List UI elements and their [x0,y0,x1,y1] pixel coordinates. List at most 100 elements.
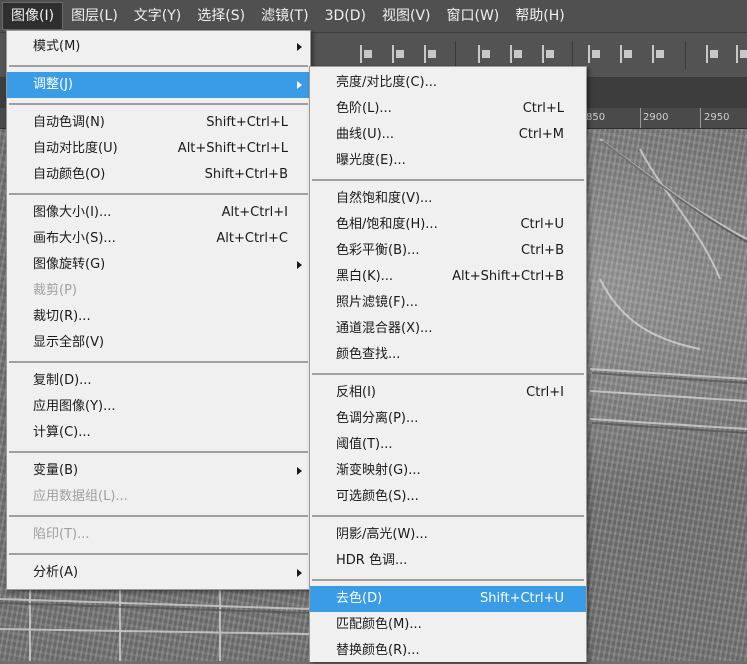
toolbar-divider [685,41,686,69]
submenu-arrow-icon [297,81,302,89]
align-center-h-icon[interactable] [392,45,406,63]
submenu-arrow-icon [297,569,302,577]
menu-item-label: 亮度/对比度(C)... [336,75,437,90]
menu-item-label: 反相(I) [336,385,376,400]
menu-separator [9,553,308,555]
menu-item-shortcut: Alt+Shift+Ctrl+B [452,269,564,284]
distribute-left-icon[interactable] [588,45,602,63]
menu-item-canvas-size[interactable]: 画布大小(S)... Alt+Ctrl+C [7,226,310,252]
menu-item-label: 裁剪(P) [33,283,77,298]
menu-item-label: 通道混合器(X)... [336,321,433,336]
menu-item-shortcut: Ctrl+U [520,217,564,232]
menu-item-image-size[interactable]: 图像大小(I)... Alt+Ctrl+I [7,200,310,226]
menu-item-shortcut: Ctrl+I [526,385,564,400]
menu-item-label: 裁切(R)... [33,309,91,324]
menu-item-channel-mixer[interactable]: 通道混合器(X)... [310,316,586,342]
menu-item-brightness-contrast[interactable]: 亮度/对比度(C)... [310,70,586,96]
menu-item-shortcut: Ctrl+M [518,127,564,142]
menu-item-hue-saturation[interactable]: 色相/饱和度(H)... Ctrl+U [310,212,586,238]
menu-item-selective-color[interactable]: 可选颜色(S)... [310,484,586,510]
menu-view[interactable]: 视图(V) [374,0,439,32]
menu-item-label: 替换颜色(R)... [336,643,420,658]
menu-item-image-rotation[interactable]: 图像旋转(G) [7,252,310,278]
menu-bar: 图像(I) 图层(L) 文字(Y) 选择(S) 滤镜(T) 3D(D) 视图(V… [0,0,747,33]
menu-item-vibrance[interactable]: 自然饱和度(V)... [310,186,586,212]
menu-3d[interactable]: 3D(D) [317,0,374,32]
menu-item-threshold[interactable]: 阈值(T)... [310,432,586,458]
menu-separator [9,361,308,363]
menu-item-label: 陷印(T)... [33,527,90,542]
menu-item-label: 画布大小(S)... [33,231,116,246]
menu-item-color-balance[interactable]: 色彩平衡(B)... Ctrl+B [310,238,586,264]
menu-image[interactable]: 图像(I) [2,2,64,30]
submenu-arrow-icon [297,467,302,475]
menu-item-levels[interactable]: 色阶(L)... Ctrl+L [310,96,586,122]
menu-item-reveal-all[interactable]: 显示全部(V) [7,330,310,356]
menu-separator [9,515,308,517]
menu-help[interactable]: 帮助(H) [507,0,572,32]
submenu-arrow-icon [297,43,302,51]
menu-item-color-lookup[interactable]: 颜色查找... [310,342,586,368]
menu-item-variables[interactable]: 变量(B) [7,458,310,484]
3d-mode-icon[interactable] [736,45,747,63]
menu-select[interactable]: 选择(S) [189,0,253,32]
menu-item-label: 阈值(T)... [336,437,393,452]
menu-item-gradient-map[interactable]: 渐变映射(G)... [310,458,586,484]
menu-item-label: 自动色调(N) [33,115,105,130]
menu-item-desaturate[interactable]: 去色(D) Shift+Ctrl+U [310,586,586,612]
menu-item-label: 照片滤镜(F)... [336,295,419,310]
menu-item-label: 色调分离(P)... [336,411,419,426]
menu-item-shortcut: Ctrl+B [521,243,564,258]
menu-item-analysis[interactable]: 分析(A) [7,560,310,586]
menu-item-posterize[interactable]: 色调分离(P)... [310,406,586,432]
menu-item-shortcut: Shift+Ctrl+U [480,591,564,606]
menu-item-curves[interactable]: 曲线(U)... Ctrl+M [310,122,586,148]
menu-item-trim[interactable]: 裁切(R)... [7,304,310,330]
adjustments-submenu: 亮度/对比度(C)... 色阶(L)... Ctrl+L 曲线(U)... Ct… [309,66,587,662]
menu-item-duplicate[interactable]: 复制(D)... [7,368,310,394]
menu-item-mode[interactable]: 模式(M) [7,34,310,60]
menu-item-label: 图像大小(I)... [33,205,112,220]
menu-separator [9,103,308,105]
menu-item-match-color[interactable]: 匹配颜色(M)... [310,612,586,638]
distribute-center-icon[interactable] [620,45,634,63]
menu-filter[interactable]: 滤镜(T) [253,0,316,32]
ruler-line [640,108,641,128]
menu-window[interactable]: 窗口(W) [439,0,508,32]
menu-item-label: 色相/饱和度(H)... [336,217,438,232]
menu-item-shortcut: Alt+Ctrl+I [221,205,288,220]
menu-item-auto-tone[interactable]: 自动色调(N) Shift+Ctrl+L [7,110,310,136]
menu-item-invert[interactable]: 反相(I) Ctrl+I [310,380,586,406]
menu-item-label: 计算(C)... [33,425,91,440]
menu-item-apply-data-set: 应用数据组(L)... [7,484,310,510]
menu-item-shadows-highlights[interactable]: 阴影/高光(W)... [310,522,586,548]
menu-item-label: 调整(J) [33,77,73,92]
menu-item-adjustments[interactable]: 调整(J) [7,72,310,98]
menu-item-label: 色阶(L)... [336,101,392,116]
menu-item-calculations[interactable]: 计算(C)... [7,420,310,446]
menu-item-hdr-toning[interactable]: HDR 色调... [310,548,586,574]
distribute-bottom-icon[interactable] [542,45,556,63]
menu-item-label: 可选颜色(S)... [336,489,419,504]
menu-separator [9,65,308,67]
distribute-top-icon[interactable] [478,45,492,63]
menu-item-auto-color[interactable]: 自动颜色(O) Shift+Ctrl+B [7,162,310,188]
menu-item-black-white[interactable]: 黑白(K)... Alt+Shift+Ctrl+B [310,264,586,290]
menu-item-exposure[interactable]: 曝光度(E)... [310,148,586,174]
menu-item-photo-filter[interactable]: 照片滤镜(F)... [310,290,586,316]
menu-item-shortcut: Ctrl+L [522,101,564,116]
distribute-right-icon[interactable] [652,45,666,63]
menu-item-shortcut: Alt+Ctrl+C [216,231,288,246]
menu-separator [312,373,584,375]
ruler-tick-label: 850 [586,112,606,123]
distribute-middle-icon[interactable] [510,45,524,63]
menu-type[interactable]: 文字(Y) [126,0,189,32]
align-right-icon[interactable] [424,45,438,63]
menu-item-trap: 陷印(T)... [7,522,310,548]
auto-align-icon[interactable] [706,45,720,63]
menu-item-apply-image[interactable]: 应用图像(Y)... [7,394,310,420]
menu-layer[interactable]: 图层(L) [63,0,126,32]
align-left-icon[interactable] [360,45,374,63]
menu-item-auto-contrast[interactable]: 自动对比度(U) Alt+Shift+Ctrl+L [7,136,310,162]
menu-item-replace-color[interactable]: 替换颜色(R)... [310,638,586,664]
